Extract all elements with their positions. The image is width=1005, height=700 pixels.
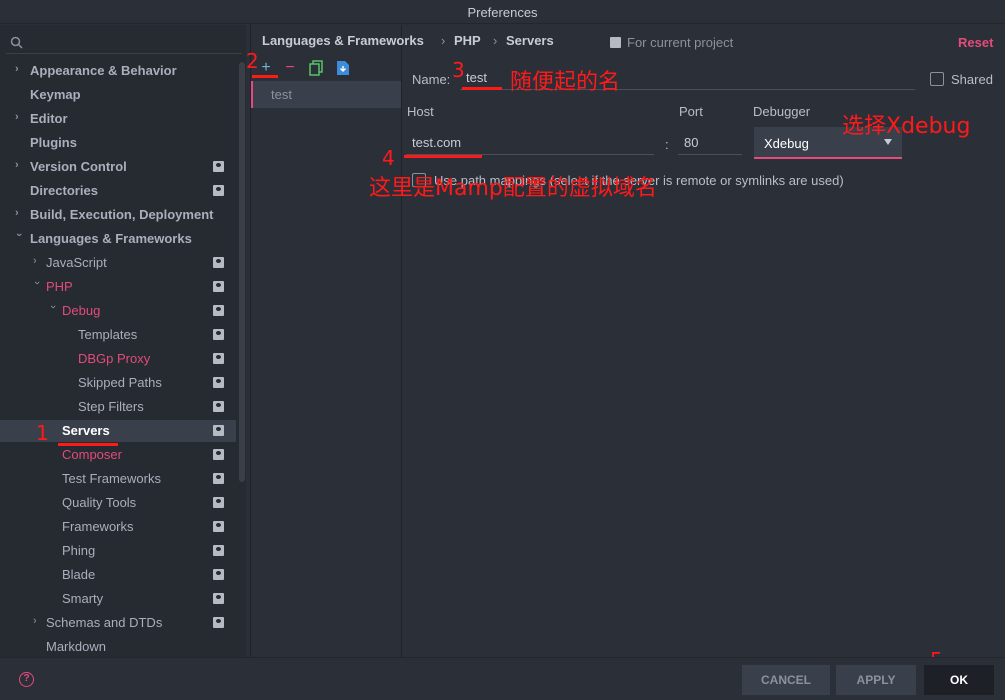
project-icon: [213, 185, 224, 196]
annotation-name-note: 随便起的名: [510, 70, 621, 95]
annotation-3: 3: [452, 58, 465, 82]
breadcrumb-servers: Servers: [506, 33, 554, 48]
annotation-1: 1: [36, 421, 49, 445]
sidebar-item-frameworks[interactable]: Frameworks: [0, 516, 236, 538]
sidebar-item-debug[interactable]: › Debug: [0, 300, 236, 322]
import-icon[interactable]: [335, 60, 351, 76]
help-icon[interactable]: ?: [19, 672, 34, 687]
sidebar-item-plugins[interactable]: Plugins: [0, 132, 236, 154]
project-icon: [213, 569, 224, 580]
port-separator: :: [665, 137, 669, 152]
debugger-label: Debugger: [753, 104, 811, 119]
sidebar-item-editor[interactable]: › Editor: [0, 108, 236, 130]
sidebar-item-blade[interactable]: Blade: [0, 564, 236, 586]
annotation-host-note: 这里是Mamp配置的虚拟域名: [369, 176, 657, 201]
port-label: Port: [679, 104, 703, 119]
sidebar-item-phing[interactable]: Phing: [0, 540, 236, 562]
copy-icon[interactable]: [309, 60, 325, 76]
breadcrumb-separator: ›: [493, 33, 498, 48]
project-icon: [213, 353, 224, 364]
chevron-right-icon: ›: [15, 207, 19, 219]
sidebar-item-javascript[interactable]: › JavaScript: [0, 252, 236, 274]
sidebar-item-markdown[interactable]: Markdown: [0, 636, 236, 658]
chevron-right-icon: ›: [15, 159, 19, 171]
sidebar-item-templates[interactable]: Templates: [0, 324, 236, 346]
chevron-right-icon: ›: [33, 615, 37, 627]
ok-button[interactable]: OK: [924, 665, 994, 695]
sidebar-scrollbar[interactable]: [239, 62, 245, 482]
sidebar-item-languages[interactable]: › Languages & Frameworks: [0, 228, 236, 250]
project-icon: [213, 521, 224, 532]
chevron-right-icon: ›: [15, 111, 19, 123]
for-current-project: For current project: [610, 35, 733, 50]
sidebar-item-version-control[interactable]: › Version Control: [0, 156, 236, 178]
project-icon: [213, 473, 224, 484]
sidebar-item-quality-tools[interactable]: Quality Tools: [0, 492, 236, 514]
host-label: Host: [407, 104, 434, 119]
chevron-down-icon: ›: [31, 281, 43, 285]
sidebar-item-composer[interactable]: Composer: [0, 444, 236, 466]
window-title: Preferences: [467, 5, 538, 20]
host-field[interactable]: test.com: [406, 131, 654, 155]
annotation-underline: [252, 75, 278, 78]
annotation-underline: [58, 443, 118, 446]
sidebar-item-build[interactable]: › Build, Execution, Deployment: [0, 204, 236, 226]
title-bar: Preferences: [0, 0, 1005, 24]
annotation-underline: [462, 87, 502, 90]
sidebar-item-php[interactable]: › PHP: [0, 276, 236, 298]
project-icon: [213, 401, 224, 412]
project-icon: [213, 425, 224, 436]
project-icon: [213, 305, 224, 316]
annotation-debugger-note: 选择Xdebug: [842, 114, 971, 139]
project-icon: [213, 593, 224, 604]
sidebar-item-schemas[interactable]: › Schemas and DTDs: [0, 612, 236, 634]
project-icon: [213, 257, 224, 268]
name-label: Name:: [412, 72, 451, 87]
project-icon: [213, 497, 224, 508]
annotation-4: 4: [382, 146, 395, 170]
breadcrumb-separator: ›: [441, 33, 446, 48]
cancel-button[interactable]: CANCEL: [742, 665, 830, 695]
shared-label: Shared: [951, 72, 993, 87]
shared-checkbox[interactable]: [930, 72, 944, 86]
sidebar-item-keymap[interactable]: Keymap: [0, 84, 236, 106]
search-input[interactable]: [6, 32, 242, 54]
sidebar-item-directories[interactable]: Directories: [0, 180, 236, 202]
project-icon: [213, 281, 224, 292]
project-icon: [213, 329, 224, 340]
sidebar-item-step-filters[interactable]: Step Filters: [0, 396, 236, 418]
add-icon[interactable]: +: [258, 60, 274, 76]
project-icon: [213, 449, 224, 460]
apply-button[interactable]: APPLY: [836, 665, 916, 695]
sidebar-item-appearance[interactable]: › Appearance & Behavior: [0, 60, 236, 82]
sidebar-item-skipped-paths[interactable]: Skipped Paths: [0, 372, 236, 394]
breadcrumb-php: PHP: [454, 33, 481, 48]
chevron-right-icon: ›: [33, 255, 37, 267]
chevron-right-icon: ›: [15, 63, 19, 75]
port-field[interactable]: 80: [678, 131, 742, 155]
sidebar-item-smarty[interactable]: Smarty: [0, 588, 236, 610]
remove-icon[interactable]: −: [282, 60, 298, 76]
server-list-item[interactable]: test: [251, 81, 401, 108]
sidebar-item-test-frameworks[interactable]: Test Frameworks: [0, 468, 236, 490]
sidebar-item-dbgp-proxy[interactable]: DBGp Proxy: [0, 348, 236, 370]
chevron-down-icon: ›: [47, 305, 59, 309]
server-list-panel: [250, 25, 402, 657]
breadcrumb-languages: Languages & Frameworks: [262, 33, 424, 48]
project-icon: [213, 545, 224, 556]
project-icon: [213, 161, 224, 172]
project-icon: [213, 617, 224, 628]
search-icon: [10, 36, 23, 49]
reset-link[interactable]: Reset: [958, 35, 993, 50]
annotation-2: 2: [246, 49, 259, 73]
project-icon: [610, 37, 621, 48]
chevron-down-icon: ›: [13, 233, 25, 237]
annotation-underline: [404, 155, 482, 158]
project-icon: [213, 377, 224, 388]
